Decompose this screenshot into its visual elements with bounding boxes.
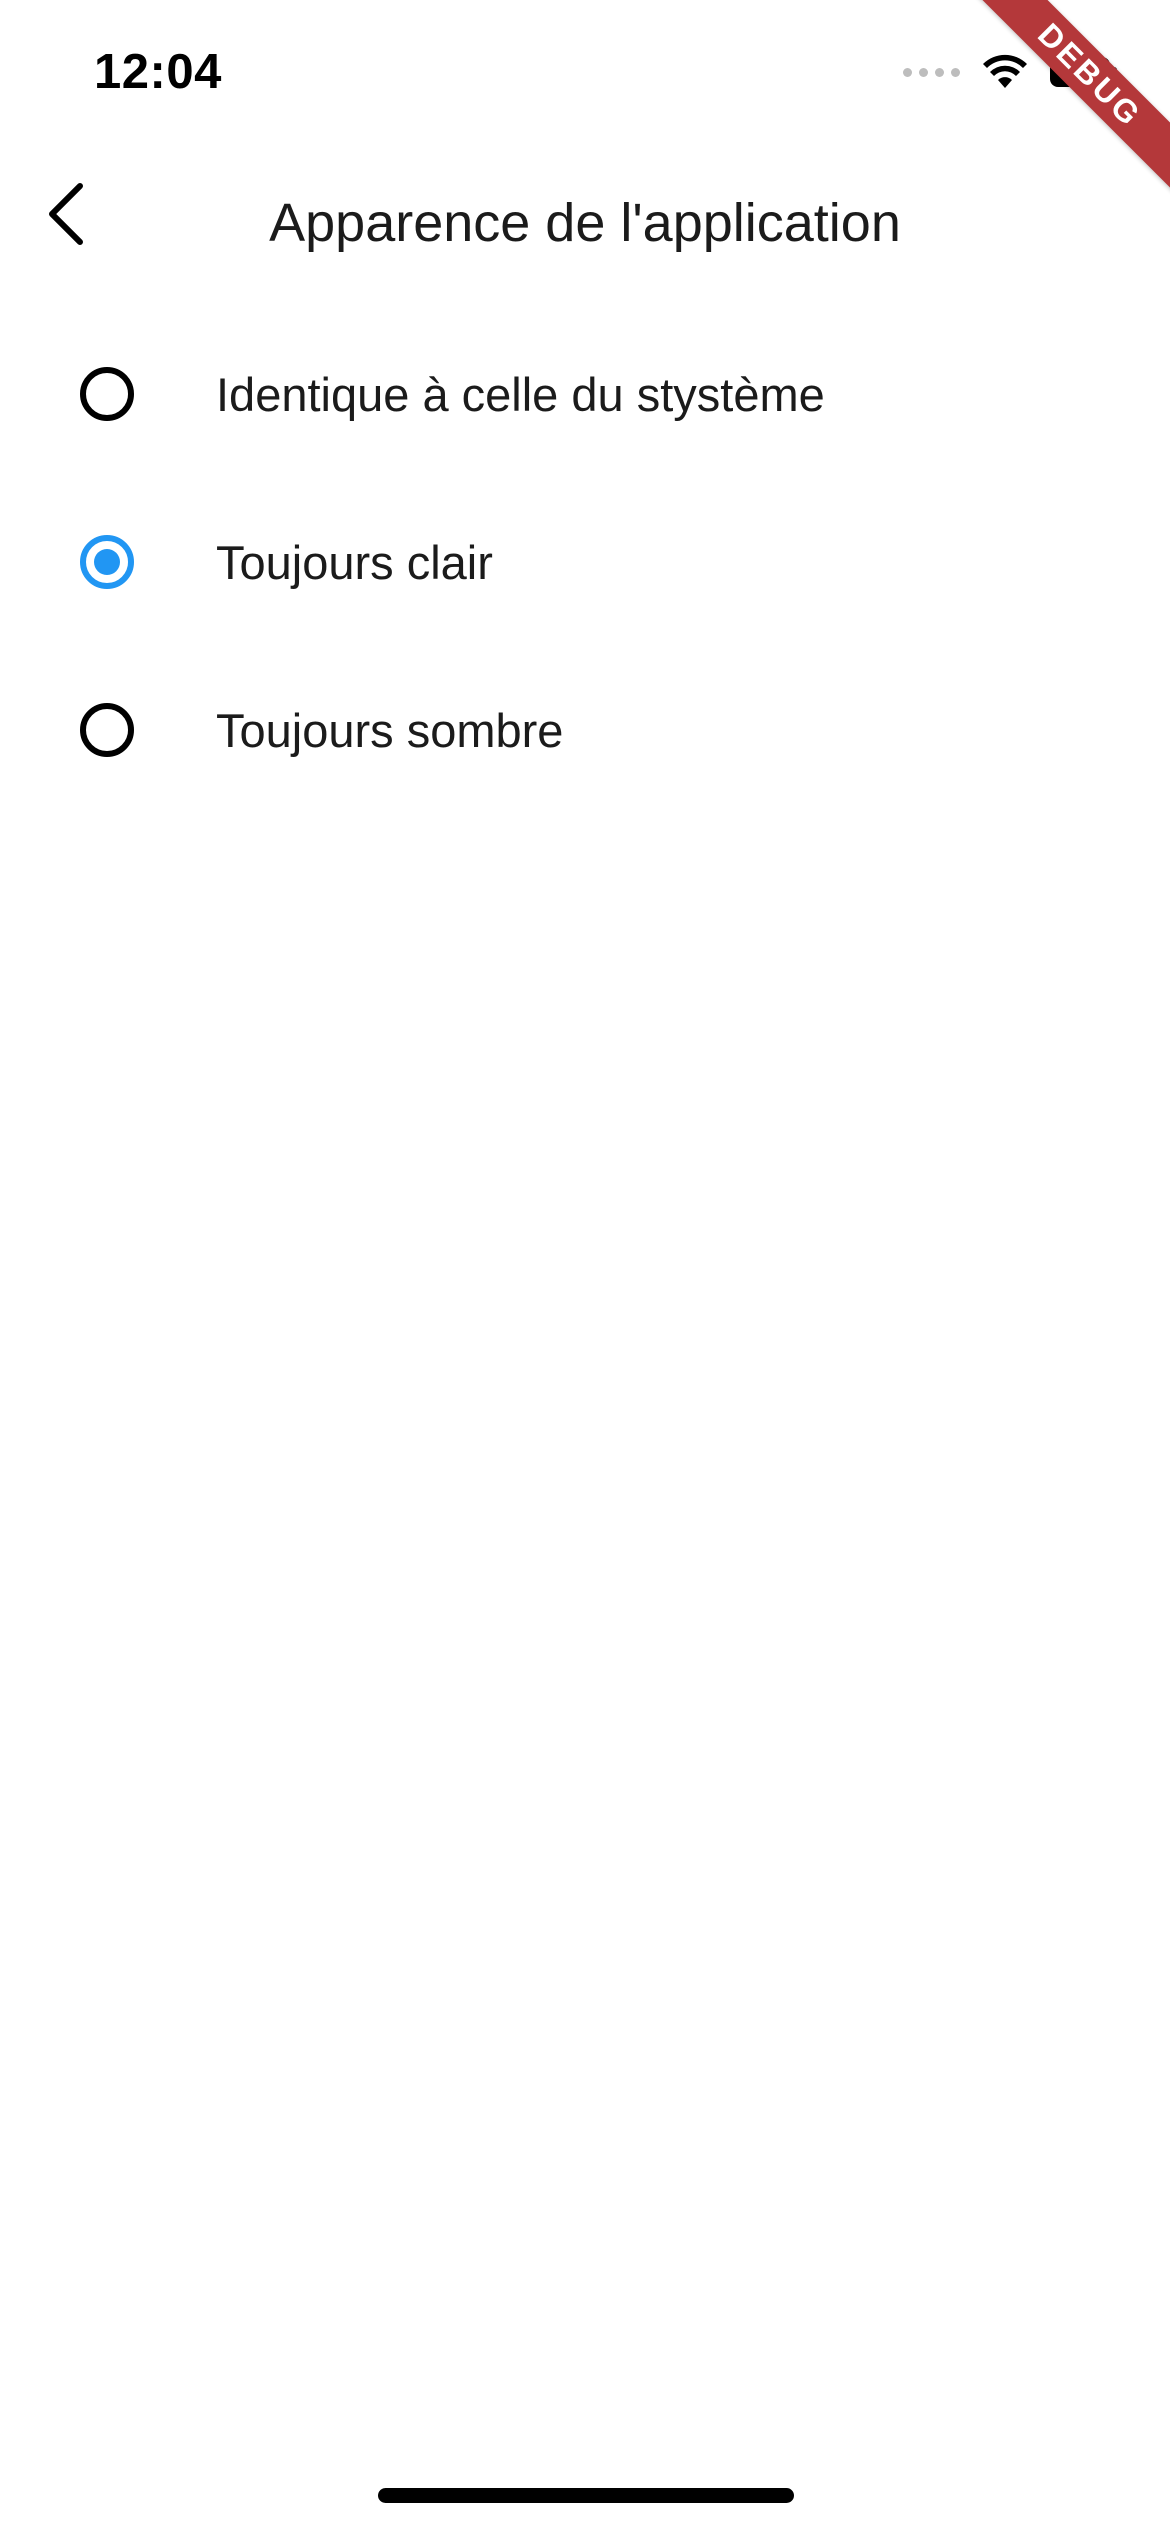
radio-button[interactable]: [80, 367, 134, 421]
option-dark[interactable]: Toujours sombre: [0, 646, 1170, 814]
wifi-icon: [983, 54, 1027, 88]
cellular-signal-icon: [903, 67, 960, 77]
app-bar: Apparence de l'application: [0, 140, 1170, 310]
option-label: Toujours clair: [216, 535, 493, 589]
status-icons: [903, 52, 1117, 92]
option-system[interactable]: Identique à celle du stystème: [0, 310, 1170, 478]
radio-button-selected[interactable]: [80, 535, 134, 589]
option-light[interactable]: Toujours clair: [0, 478, 1170, 646]
option-label: Identique à celle du stystème: [216, 367, 825, 421]
app-appearance-screen: 12:04 DEBUG Apparence de l'application I…: [0, 0, 1170, 2532]
status-bar: 12:04: [0, 0, 1170, 140]
battery-icon: [1050, 57, 1117, 87]
home-indicator[interactable]: [378, 2488, 794, 2503]
radio-button[interactable]: [80, 703, 134, 757]
option-label: Toujours sombre: [216, 703, 564, 757]
page-title: Apparence de l'application: [269, 193, 901, 253]
status-time: 12:04: [94, 45, 222, 99]
appearance-options-list: Identique à celle du stystème Toujours c…: [0, 310, 1170, 814]
